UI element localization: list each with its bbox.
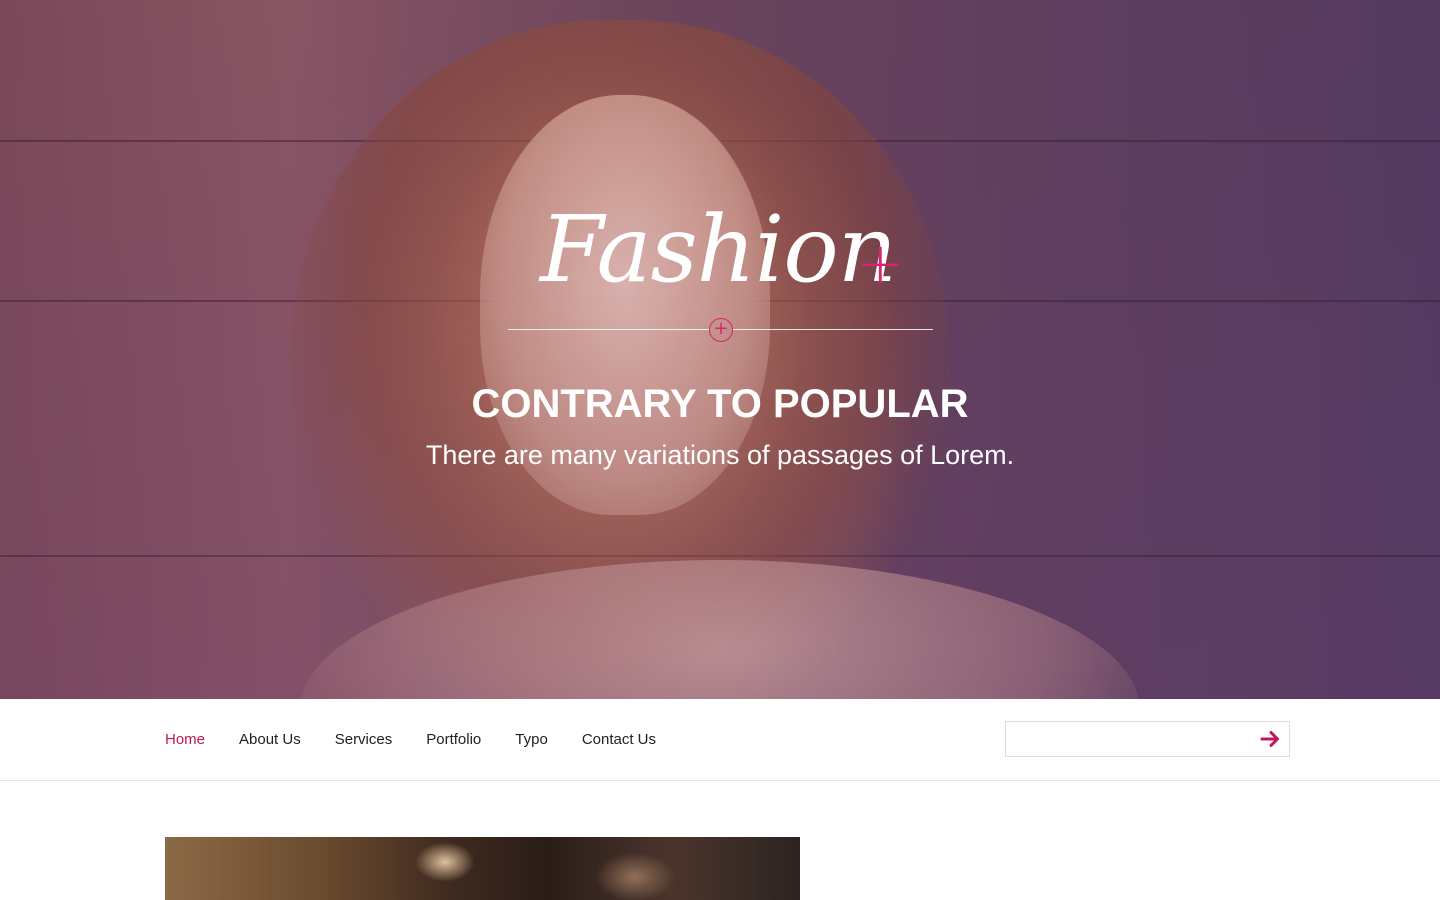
divider-line-left: [508, 329, 709, 330]
search-input[interactable]: [1006, 722, 1246, 756]
nav-item-home[interactable]: Home: [165, 731, 205, 748]
search-box: [1005, 721, 1290, 757]
logo-text: Fashion: [540, 196, 897, 303]
nav-item-contact-us[interactable]: Contact Us: [582, 731, 656, 748]
hero-title: CONTRARY TO POPULAR: [471, 382, 969, 426]
nav-item-portfolio[interactable]: Portfolio: [426, 731, 481, 748]
nav-menu: Home About Us Services Portfolio Typo Co…: [165, 699, 690, 779]
hero-banner: Fashion + + CONTRARY TO POPULAR There ar…: [0, 0, 1440, 699]
plus-circle-icon: +: [709, 318, 733, 342]
main-navbar: Home About Us Services Portfolio Typo Co…: [0, 699, 1440, 781]
hero-subtitle: There are many variations of passages of…: [425, 440, 1015, 470]
divider-line-right: [733, 329, 933, 330]
search-submit-button[interactable]: [1256, 727, 1284, 751]
nav-item-typo[interactable]: Typo: [515, 731, 548, 748]
arrow-right-icon: [1260, 731, 1279, 747]
nav-item-services[interactable]: Services: [335, 731, 393, 748]
logo-plus-accent: +: [856, 229, 905, 297]
nav-item-about-us[interactable]: About Us: [239, 731, 301, 748]
featured-post-image[interactable]: [165, 837, 800, 900]
